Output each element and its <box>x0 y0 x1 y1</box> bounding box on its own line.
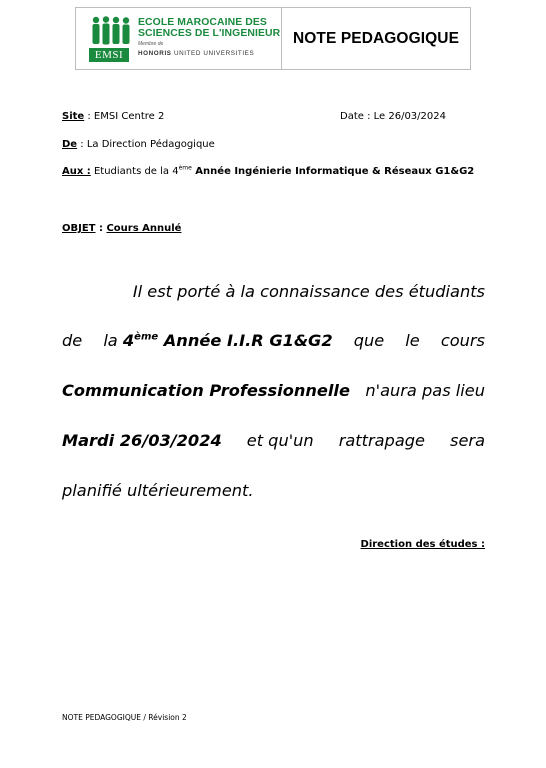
document-header: EMSI ECOLE MAROCAINE DES SCIENCES DE L'I… <box>75 7 471 70</box>
body-word: de <box>62 331 83 350</box>
from-line: De : La Direction Pédagogique <box>62 139 215 150</box>
body-word: que <box>353 331 385 350</box>
from-label: De <box>62 139 78 150</box>
body-word: sera <box>450 431 485 450</box>
school-name-line2: SCIENCES DE L'INGENIEUR <box>138 28 281 39</box>
from-value: : La Direction Pédagogique <box>77 139 215 150</box>
date-line: Date : Le 26/03/2024 <box>340 111 446 122</box>
site-label: Site <box>62 111 85 122</box>
subject-line: OBJET : Cours Annulé <box>62 223 181 234</box>
honoris-bold: HONORIS <box>138 50 172 57</box>
body-word: le <box>405 331 420 350</box>
site-line: Site : EMSI Centre 2 <box>62 111 164 122</box>
body-word: rattrapage <box>338 431 425 450</box>
subject-sep: : <box>95 223 107 234</box>
honoris-text: HONORIS UNITED UNIVERSITIES <box>138 50 254 57</box>
emsi-tag: EMSI <box>89 48 129 62</box>
body-line-5: planifié ultérieurement. <box>62 481 254 500</box>
body-text: n'aura pas lieu <box>365 381 485 400</box>
signature: Direction des études : <box>360 539 485 550</box>
school-name: ECOLE MAROCAINE DES SCIENCES DE L'INGENI… <box>138 17 280 39</box>
body-grade: la 4ème Année I.I.R G1&G2 <box>103 331 332 350</box>
body-grade-num: 4 <box>122 331 135 350</box>
site-value: : EMSI Centre 2 <box>84 111 165 122</box>
body-grade-sup: ème <box>134 331 159 343</box>
body-word: la <box>103 331 123 350</box>
to-line: Aux : Etudiants de la 4ème Année Ingénie… <box>62 164 475 177</box>
body-word: et qu'un <box>246 431 314 450</box>
course-date: Mardi 26/03/2024 <box>62 431 222 450</box>
to-value-b: Année Ingénierie Informatique & Réseaux … <box>191 166 475 177</box>
emsi-logo: EMSI ECOLE MAROCAINE DES SCIENCES DE L'I… <box>76 8 282 69</box>
body-word: cours <box>440 331 485 350</box>
page-footer: NOTE PEDAGOGIQUE / Révision 2 <box>62 713 187 722</box>
subject-label: OBJET <box>62 223 96 234</box>
body-grade-name: Année I.I.R G1&G2 <box>158 331 333 350</box>
course-name: Communication Professionnelle <box>62 381 350 400</box>
body-line-4: Mardi 26/03/2024 et qu'un rattrapage ser… <box>62 431 485 450</box>
member-of-text: Membre de <box>138 41 164 47</box>
body-line-3: Communication Professionnelle n'aura pas… <box>62 381 485 400</box>
document-title: NOTE PEDAGOGIQUE <box>292 29 460 47</box>
subject-value: Cours Annulé <box>106 223 182 234</box>
school-name-line1: ECOLE MAROCAINE DES <box>138 17 267 28</box>
to-sup: ème <box>178 164 192 172</box>
honoris-rest: UNITED UNIVERSITIES <box>173 50 255 57</box>
students-figures-icon <box>92 16 130 45</box>
to-value-a: Etudiants de la 4 <box>90 166 179 177</box>
body-line-1: Il est porté à la connaissance des étudi… <box>132 282 485 301</box>
to-label: Aux : <box>62 166 91 177</box>
body-line-2: de la 4ème Année I.I.R G1&G2 que le cour… <box>62 331 485 350</box>
